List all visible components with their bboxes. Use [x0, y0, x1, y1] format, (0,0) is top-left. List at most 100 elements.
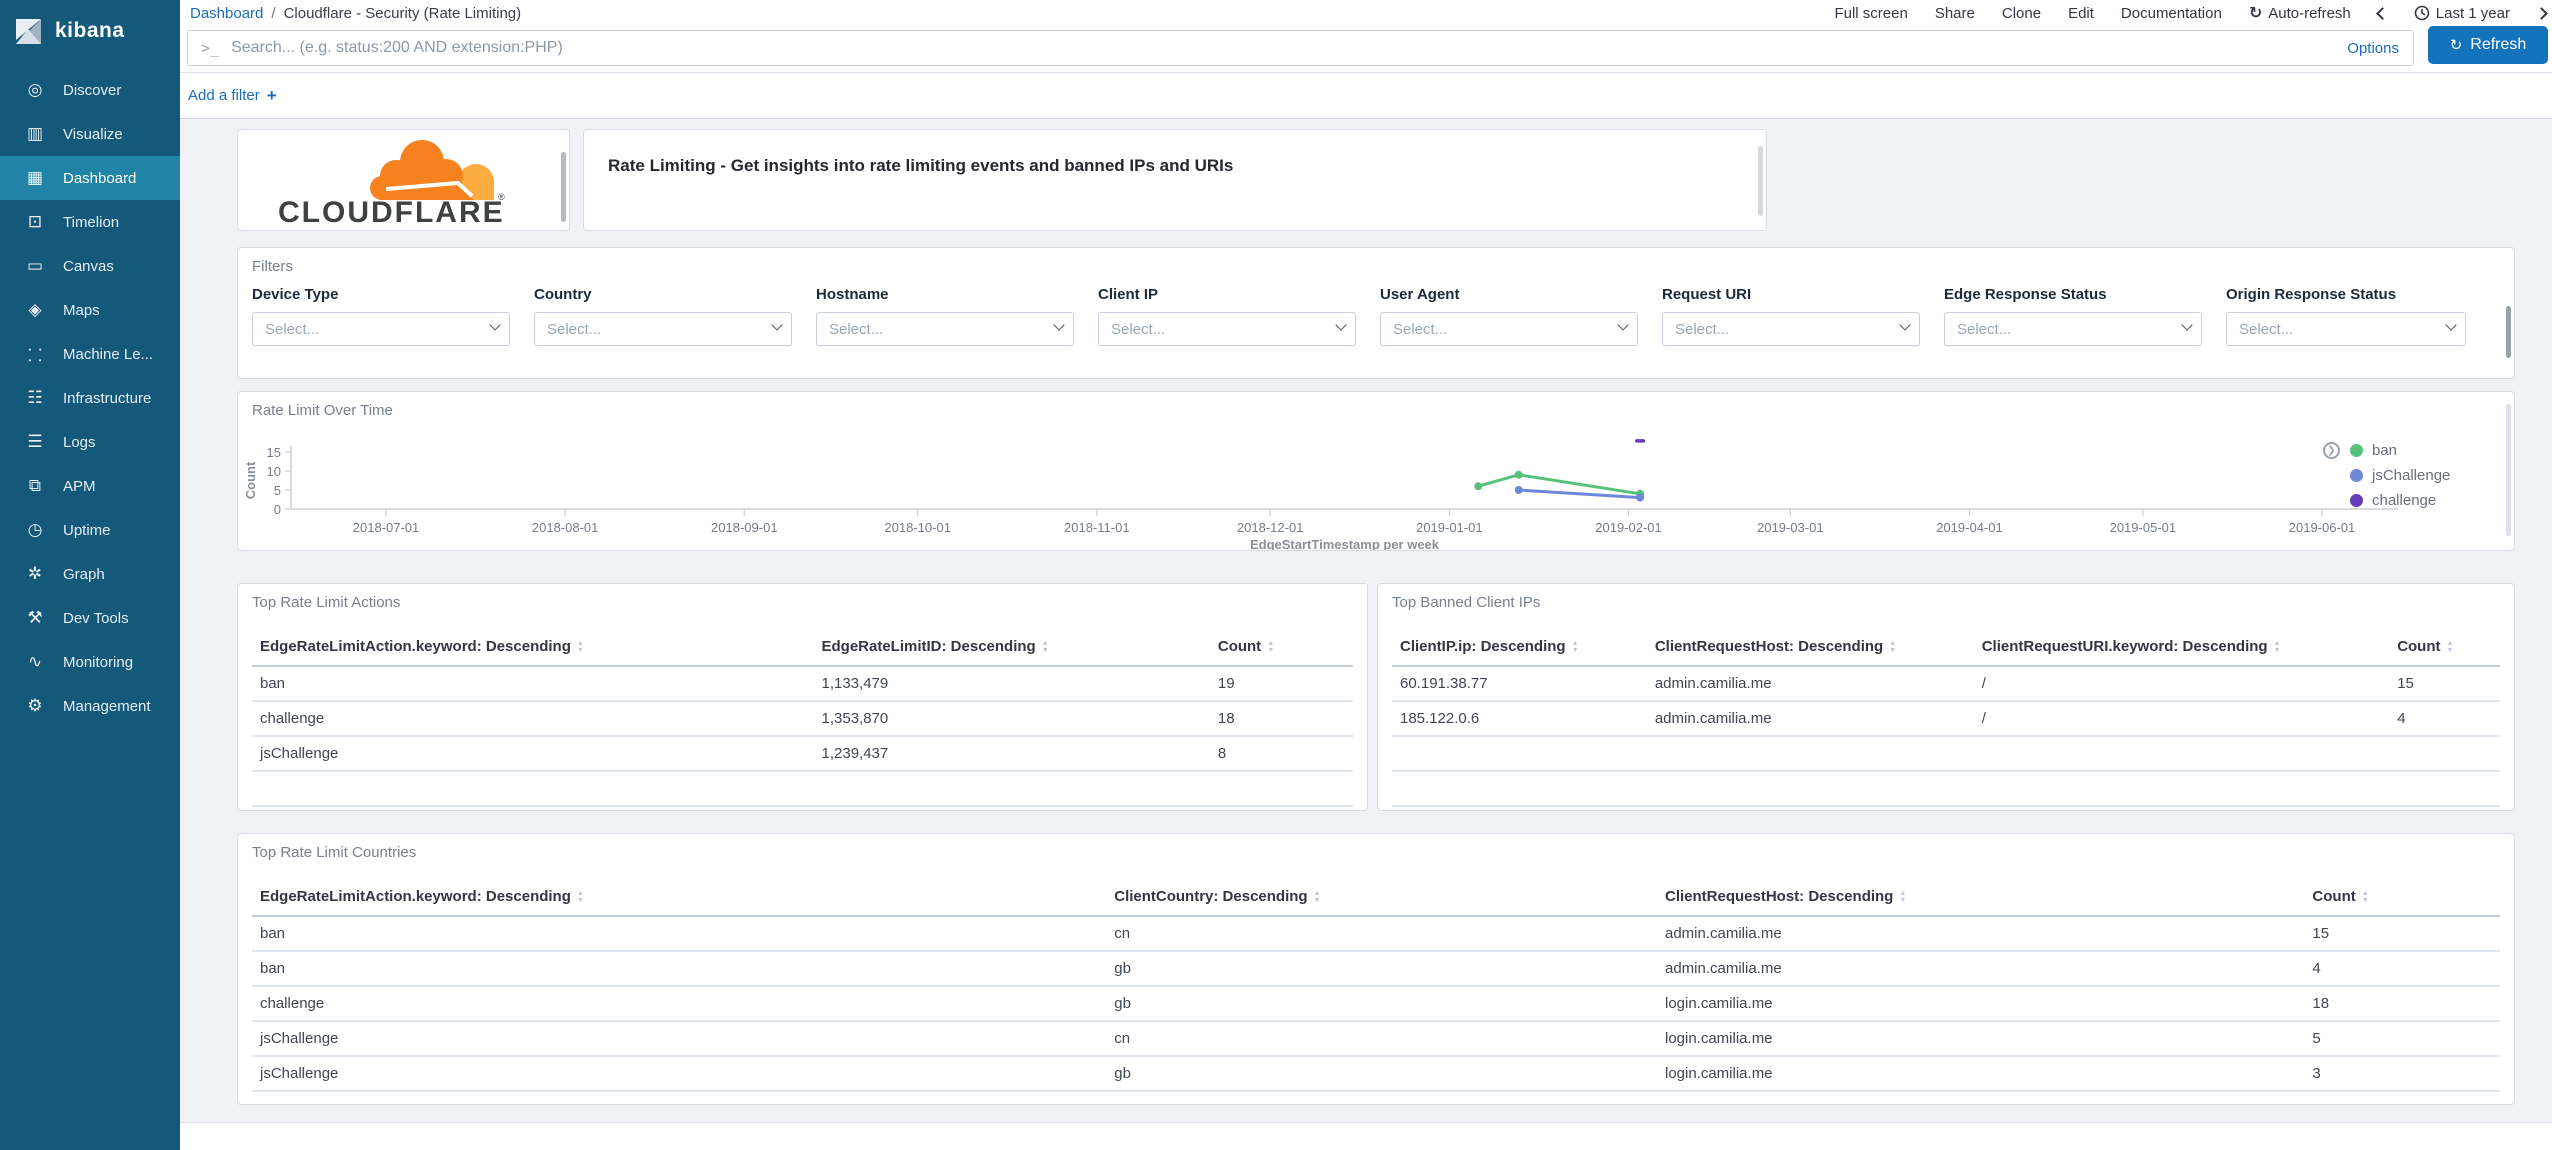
- sidebar-item-management[interactable]: ⚙ Management: [0, 684, 180, 728]
- legend-item-ban[interactable]: ban: [2350, 438, 2450, 463]
- column-header[interactable]: ClientRequestHost: Descending ▲ ▼: [1646, 630, 1974, 667]
- column-header[interactable]: EdgeRateLimitAction.keyword: Descending ▲…: [252, 880, 1107, 917]
- column-header[interactable]: Count ▲ ▼: [2389, 630, 2500, 667]
- sort-icon[interactable]: ▲ ▼: [2447, 640, 2454, 654]
- sidebar-item-machine-learning[interactable]: ⸬ Machine Le...: [0, 332, 180, 376]
- rate-limit-chart-svg[interactable]: 0 5 10 15 2018-07-01 2018-08-01 2018-09-01 2018…: [238, 392, 2514, 550]
- panel-scrollbar[interactable]: [1758, 146, 1763, 216]
- legend-toggle-icon[interactable]: ❯: [2323, 442, 2340, 459]
- sort-icon[interactable]: ▲ ▼: [1572, 640, 1579, 654]
- sidebar-item-label: Uptime: [63, 521, 111, 539]
- filter-select-device-type[interactable]: Select...: [252, 312, 510, 346]
- breadcrumb-dashboard-link[interactable]: Dashboard: [190, 5, 263, 22]
- table-row[interactable]: challenge gb login.camilia.me 18: [252, 986, 2500, 1022]
- sidebar-item-label: Timelion: [63, 213, 120, 231]
- options-link[interactable]: Options: [2347, 40, 2399, 57]
- column-header[interactable]: ClientIP.ip: Descending ▲ ▼: [1392, 630, 1647, 667]
- table-empty-row: [1392, 736, 2500, 772]
- sort-icon[interactable]: ▲ ▼: [1314, 890, 1321, 904]
- time-range-picker[interactable]: Last 1 year: [2414, 5, 2510, 22]
- filter-select-edge-response-status[interactable]: Select...: [1944, 312, 2202, 346]
- table-row[interactable]: ban cn admin.camilia.me 15: [252, 916, 2500, 952]
- kibana-logo-text: kibana: [55, 19, 125, 42]
- sort-icon[interactable]: ▲ ▼: [1889, 640, 1896, 654]
- table-row[interactable]: 185.122.0.6 admin.camilia.me/4: [1392, 701, 2500, 737]
- panel-scrollbar[interactable]: [561, 152, 566, 222]
- filter-select-origin-response-status[interactable]: Select...: [2226, 312, 2466, 346]
- filter-select-client-ip[interactable]: Select...: [1098, 312, 1356, 346]
- sidebar-item-apm[interactable]: ⧉ APM: [0, 464, 180, 508]
- table-row[interactable]: jsChallenge cn login.camilia.me 5: [252, 1021, 2500, 1057]
- full-screen-button[interactable]: Full screen: [1834, 5, 1907, 22]
- sort-icon[interactable]: ▲ ▼: [1899, 890, 1906, 904]
- svg-text:2019-02-01: 2019-02-01: [1595, 520, 1662, 535]
- column-header-label: EdgeRateLimitID: Descending: [821, 638, 1036, 655]
- search-input[interactable]: [219, 39, 2348, 57]
- sidebar-item-monitoring[interactable]: ∿ Monitoring: [0, 640, 180, 684]
- search-row: >_ Options ↻ Refresh: [180, 26, 2552, 72]
- table-row[interactable]: jsChallenge 1,239,437 8: [252, 736, 1353, 772]
- filter-select-hostname[interactable]: Select...: [816, 312, 1074, 346]
- dashboard-description: Rate Limiting - Get insights into rate l…: [608, 156, 1234, 175]
- chevron-down-icon: [2181, 319, 2193, 331]
- panel-scrollbar[interactable]: [2506, 404, 2511, 536]
- clone-button[interactable]: Clone: [2002, 5, 2041, 22]
- sidebar-item-dashboard[interactable]: ▦ Dashboard: [0, 156, 180, 200]
- column-header[interactable]: ClientRequestURI.keyword: Descending ▲ ▼: [1973, 630, 2390, 667]
- legend-item-jsChallenge[interactable]: jsChallenge: [2350, 463, 2450, 488]
- sidebar-item-infrastructure[interactable]: ☷ Infrastructure: [0, 376, 180, 420]
- sidebar-item-discover[interactable]: ◎ Discover: [0, 68, 180, 112]
- sidebar-item-timelion[interactable]: ⊡ Timelion: [0, 200, 180, 244]
- table-row[interactable]: challenge 1,353,870 18: [252, 701, 1353, 737]
- time-back-button[interactable]: [2375, 6, 2389, 20]
- sort-icon[interactable]: ▲ ▼: [1042, 640, 1049, 654]
- sidebar-item-maps[interactable]: ◈ Maps: [0, 288, 180, 332]
- sort-icon[interactable]: ▲ ▼: [1267, 640, 1274, 654]
- documentation-link[interactable]: Documentation: [2121, 5, 2222, 22]
- column-header[interactable]: ClientRequestHost: Descending ▲ ▼: [1656, 880, 2305, 917]
- canvas-icon: ▭: [26, 256, 44, 276]
- sidebar-item-uptime[interactable]: ◷ Uptime: [0, 508, 180, 552]
- table-row[interactable]: 60.191.38.77 admin.camilia.me/15: [1392, 666, 2500, 702]
- sidebar-item-label: Canvas: [63, 257, 114, 275]
- machine-learning-icon: ⸬: [27, 345, 43, 366]
- legend-item-challenge[interactable]: challenge: [2350, 488, 2450, 513]
- auto-refresh-button[interactable]: ↻ Auto-refresh: [2249, 3, 2351, 23]
- sidebar-item-label: Infrastructure: [63, 389, 152, 407]
- column-header[interactable]: Count ▲ ▼: [2304, 880, 2500, 917]
- sidebar-item-canvas[interactable]: ▭ Canvas: [0, 244, 180, 288]
- filter-select-user-agent[interactable]: Select...: [1380, 312, 1638, 346]
- visualize-icon: ▥: [26, 124, 44, 144]
- column-header[interactable]: EdgeRateLimitAction.keyword: Descending ▲…: [252, 630, 814, 667]
- panel-scrollbar[interactable]: [2506, 306, 2511, 358]
- add-filter-button[interactable]: Add a filter +: [180, 86, 277, 106]
- refresh-button[interactable]: ↻ Refresh: [2428, 26, 2548, 64]
- column-header[interactable]: ClientCountry: Descending ▲ ▼: [1106, 880, 1657, 917]
- sidebar-item-graph[interactable]: ✲ Graph: [0, 552, 180, 596]
- sort-icon[interactable]: ▲ ▼: [577, 640, 584, 654]
- column-header[interactable]: Count ▲ ▼: [1209, 630, 1353, 667]
- sort-icon[interactable]: ▲ ▼: [577, 890, 584, 904]
- sidebar-item-visualize[interactable]: ▥ Visualize: [0, 112, 180, 156]
- chevron-down-icon: [771, 319, 783, 331]
- time-forward-button[interactable]: [2535, 6, 2548, 20]
- sort-icon[interactable]: ▲ ▼: [2274, 640, 2281, 654]
- sidebar-nav: ◎ Discover ▥ Visualize ▦ Dashboard ⊡ Timelion ▭ C…: [0, 68, 180, 728]
- filter-select-country[interactable]: Select...: [534, 312, 792, 346]
- column-header[interactable]: EdgeRateLimitID: Descending ▲ ▼: [813, 630, 1210, 667]
- table-row[interactable]: jsChallenge gb login.camilia.me 3: [252, 1056, 2500, 1092]
- sidebar-item-dev-tools[interactable]: ⚒ Dev Tools: [0, 596, 180, 640]
- cloudflare-logo: CLOUDFLARE ®: [278, 140, 505, 226]
- share-button[interactable]: Share: [1935, 5, 1975, 22]
- table-cell: 185.122.0.6: [1392, 701, 1647, 737]
- sidebar-item-logs[interactable]: ☰ Logs: [0, 420, 180, 464]
- sort-icon[interactable]: ▲ ▼: [2362, 890, 2369, 904]
- kibana-logo[interactable]: kibana: [0, 0, 180, 62]
- filter-select-request-uri[interactable]: Select...: [1662, 312, 1920, 346]
- table-row[interactable]: ban gb admin.camilia.me 4: [252, 951, 2500, 987]
- table-cell: /: [1973, 666, 2390, 702]
- table-empty-cell: [1392, 771, 2500, 807]
- add-filter-label: Add a filter: [188, 87, 260, 104]
- table-row[interactable]: ban 1,133,479 19: [252, 666, 1353, 702]
- edit-button[interactable]: Edit: [2068, 5, 2094, 22]
